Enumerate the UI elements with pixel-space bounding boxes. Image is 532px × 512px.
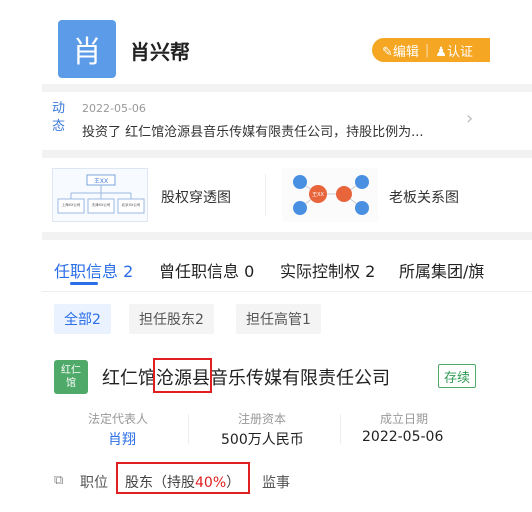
filter-chip-shareholder[interactable]: 担任股东2 xyxy=(129,304,214,334)
dynamic-text[interactable]: 投资了 红仁馆沧源县音乐传媒有限责任公司，持股比例为... xyxy=(82,121,424,140)
equity-thumb-top-text: 王XX xyxy=(94,178,108,185)
position-icon: ⧉ xyxy=(54,473,64,488)
pill-separator: | xyxy=(424,42,430,58)
position-extra: 监事 xyxy=(262,475,290,491)
verify-button[interactable]: ♟认证 xyxy=(435,41,473,60)
tab-actual-control[interactable]: 实际控制权 2 xyxy=(280,258,375,282)
founded-label: 成立日期 xyxy=(380,412,429,426)
equity-tree-icon: 王XX 上海XX公司 天津XX公司 北京XX公司 xyxy=(57,174,145,214)
position-prefix: 职位 xyxy=(80,475,108,491)
section-gap xyxy=(42,150,532,158)
meta-divider xyxy=(188,414,189,444)
legal-rep-label: 法定代表人 xyxy=(88,412,149,426)
equity-graph-thumbnail[interactable]: 王XX 上海XX公司 天津XX公司 北京XX公司 xyxy=(52,168,148,222)
company-name[interactable]: 红仁馆沧源县音乐传媒有限责任公司 xyxy=(102,364,390,390)
boss-graph-label[interactable]: 老板关系图 xyxy=(389,187,459,207)
company-logo-line1: 红仁 xyxy=(61,365,81,376)
boss-graph-thumbnail[interactable]: 王XX xyxy=(282,168,378,222)
equity-thumb-child-1: 上海XX公司 xyxy=(62,202,81,207)
tab-divider xyxy=(42,291,532,292)
boss-relation-icon: 王XX xyxy=(293,175,369,215)
filter-chip-all[interactable]: 全部2 xyxy=(54,304,111,334)
tab-former-positions[interactable]: 曾任职信息 0 xyxy=(159,258,254,282)
edit-button[interactable]: ✎编辑 xyxy=(382,41,419,60)
equity-thumb-child-2: 天津XX公司 xyxy=(92,202,111,207)
position-highlight-box xyxy=(116,462,250,494)
equity-thumb-child-3: 北京XX公司 xyxy=(122,202,141,207)
chevron-right-icon[interactable]: › xyxy=(466,108,473,129)
name-highlight-box xyxy=(153,358,212,393)
section-gap xyxy=(42,232,532,240)
company-logo-line2: 馆 xyxy=(66,378,76,389)
capital-value: 500万人民币 xyxy=(221,432,304,448)
capital-label: 注册资本 xyxy=(238,412,287,426)
section-gap xyxy=(42,84,532,92)
tab-current-positions[interactable]: 任职信息 2 xyxy=(54,258,133,282)
dynamic-date: 2022-05-06 xyxy=(82,102,146,115)
filter-chip-executive[interactable]: 担任高管1 xyxy=(236,304,321,334)
founded-value: 2022-05-06 xyxy=(362,429,444,445)
avatar: 肖 xyxy=(58,20,116,78)
dynamic-tag-line2: 态 xyxy=(52,119,66,134)
equity-graph-label[interactable]: 股权穿透图 xyxy=(161,187,231,207)
person-name: 肖兴帮 xyxy=(130,40,190,64)
legal-rep-value[interactable]: 肖翔 xyxy=(108,429,136,449)
boss-thumb-center-text: 王XX xyxy=(312,192,324,198)
tab-affiliated-group[interactable]: 所属集团/旗 xyxy=(399,258,484,282)
dynamic-tag-line1: 动 xyxy=(52,101,66,116)
meta-divider xyxy=(340,414,341,444)
edit-verify-pill[interactable]: ✎编辑 | ♟认证 xyxy=(372,38,490,62)
active-tab-indicator xyxy=(70,282,98,285)
card-divider xyxy=(265,174,266,216)
company-logo: 红仁 馆 xyxy=(54,360,88,394)
dynamic-tag: 动 态 xyxy=(52,100,72,136)
company-status-badge: 存续 xyxy=(438,364,476,388)
